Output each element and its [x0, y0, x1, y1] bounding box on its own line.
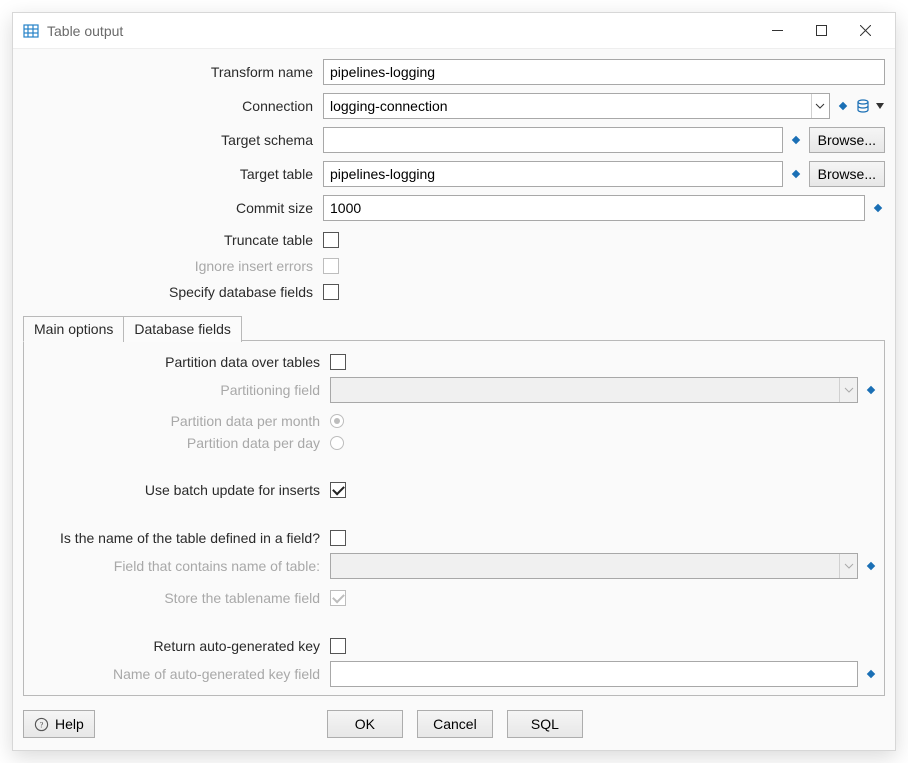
field-tablename-value [331, 554, 839, 578]
tablename-in-field-checkbox[interactable] [330, 530, 346, 546]
partitioning-field-combo [330, 377, 858, 403]
variable-icon[interactable] [864, 559, 878, 573]
variable-icon[interactable] [836, 99, 850, 113]
return-autokey-checkbox[interactable] [330, 638, 346, 654]
variable-icon[interactable] [864, 667, 878, 681]
use-batch-checkbox[interactable] [330, 482, 346, 498]
target-schema-label: Target schema [23, 132, 323, 148]
variable-icon[interactable] [871, 201, 885, 215]
tabs: Main options Database fields [23, 315, 885, 341]
ignore-insert-label: Ignore insert errors [23, 258, 323, 274]
target-schema-input[interactable] [323, 127, 783, 153]
partition-over-tables-label: Partition data over tables [30, 354, 330, 370]
target-table-label: Target table [23, 166, 323, 182]
partition-month-radio [330, 414, 344, 428]
store-tablename-label: Store the tablename field [30, 590, 330, 606]
connection-value[interactable] [324, 94, 811, 118]
ignore-insert-checkbox [323, 258, 339, 274]
tab-database-fields[interactable]: Database fields [123, 316, 242, 342]
truncate-checkbox[interactable] [323, 232, 339, 248]
connection-combo[interactable] [323, 93, 830, 119]
use-batch-label: Use batch update for inserts [30, 482, 330, 498]
window-close-button[interactable] [843, 17, 887, 45]
tab-main-options[interactable]: Main options [23, 316, 124, 342]
window-minimize-button[interactable] [755, 17, 799, 45]
return-autokey-label: Return auto-generated key [30, 638, 330, 654]
commit-size-input[interactable] [323, 195, 865, 221]
database-icon[interactable] [856, 99, 870, 113]
transform-name-label: Transform name [23, 64, 323, 80]
truncate-label: Truncate table [23, 232, 323, 248]
field-tablename-combo [330, 553, 858, 579]
table-output-icon [23, 23, 39, 39]
target-table-browse-button[interactable]: Browse... [809, 161, 885, 187]
target-table-input[interactable] [323, 161, 783, 187]
svg-text:?: ? [40, 719, 44, 729]
specify-fields-checkbox[interactable] [323, 284, 339, 300]
dialog-footer: ? Help OK Cancel SQL [13, 702, 895, 750]
variable-icon[interactable] [864, 383, 878, 397]
partitioning-field-label: Partitioning field [30, 382, 330, 398]
partition-day-radio [330, 436, 344, 450]
window-title: Table output [47, 23, 755, 39]
field-tablename-label: Field that contains name of table: [30, 558, 330, 574]
connection-label: Connection [23, 98, 323, 114]
chevron-down-icon[interactable] [811, 94, 829, 118]
target-schema-browse-button[interactable]: Browse... [809, 127, 885, 153]
store-tablename-checkbox [330, 590, 346, 606]
partitioning-field-value [331, 378, 839, 402]
help-button[interactable]: ? Help [23, 710, 95, 738]
partition-month-label: Partition data per month [30, 413, 330, 429]
sql-button[interactable]: SQL [507, 710, 583, 738]
partition-over-tables-checkbox[interactable] [330, 354, 346, 370]
chevron-down-icon [839, 378, 857, 402]
window-maximize-button[interactable] [799, 17, 843, 45]
transform-name-input[interactable] [323, 59, 885, 85]
specify-fields-label: Specify database fields [23, 284, 323, 300]
content: Transform name Connection [13, 49, 895, 702]
autokey-field-input[interactable] [330, 661, 858, 687]
tablename-in-field-label: Is the name of the table defined in a fi… [30, 530, 330, 546]
autokey-field-label: Name of auto-generated key field [30, 666, 330, 682]
menu-dropdown-icon[interactable] [876, 102, 885, 110]
commit-size-label: Commit size [23, 200, 323, 216]
tab-panel-main-options: Partition data over tables Partitioning … [23, 341, 885, 696]
variable-icon[interactable] [789, 133, 803, 147]
dialog-table-output: Table output Transform name Connection [12, 12, 896, 751]
help-icon: ? [34, 717, 49, 732]
partition-day-label: Partition data per day [30, 435, 330, 451]
chevron-down-icon [839, 554, 857, 578]
ok-button[interactable]: OK [327, 710, 403, 738]
help-button-label: Help [55, 716, 84, 732]
cancel-button[interactable]: Cancel [417, 710, 493, 738]
titlebar: Table output [13, 13, 895, 49]
variable-icon[interactable] [789, 167, 803, 181]
